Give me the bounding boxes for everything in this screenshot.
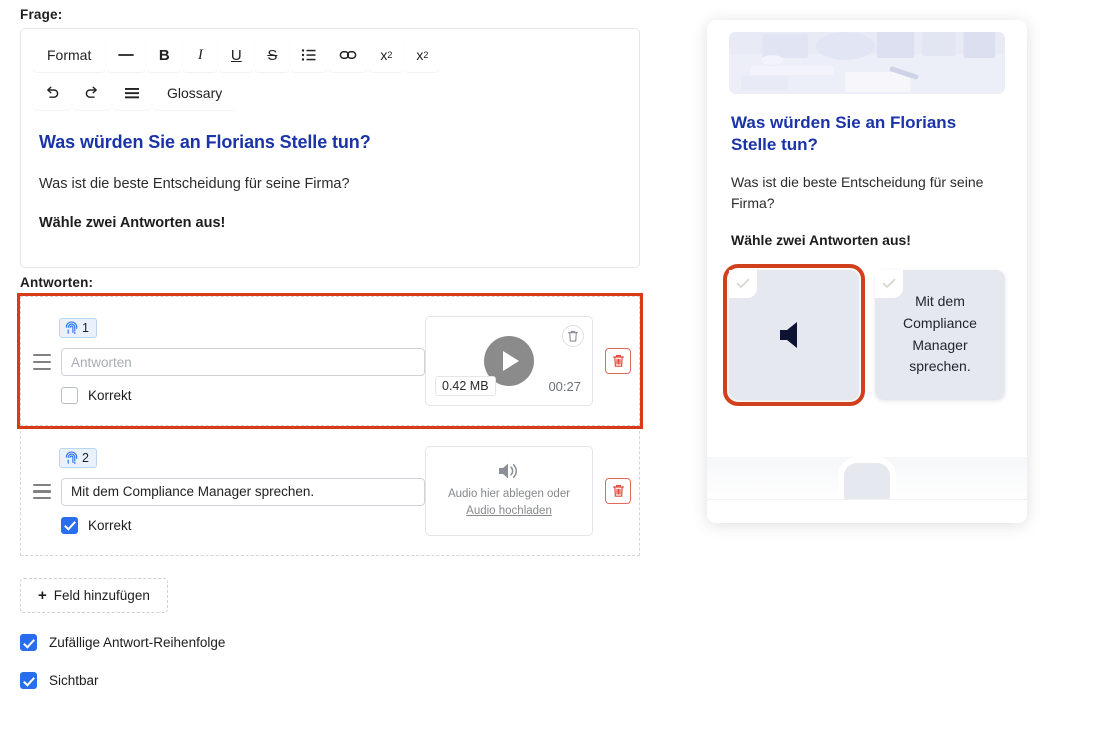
toolbar-row-2: Glossary	[33, 76, 627, 110]
underline-icon[interactable]: U	[219, 38, 254, 72]
preview-hero-image	[729, 32, 1005, 94]
answer-row[interactable]: 1 Korrekt	[17, 293, 643, 429]
subscript-icon[interactable]: x2	[405, 38, 440, 72]
preview-home-indicator	[707, 457, 1027, 523]
superscript-icon[interactable]: x2	[369, 38, 404, 72]
answer-fields: 1 Korrekt	[33, 318, 425, 404]
format-dropdown[interactable]: Format	[33, 38, 106, 72]
superscript-exp: 2	[387, 49, 393, 60]
visible-label: Sichtbar	[49, 673, 99, 688]
editor-bold-line: Wähle zwei Antworten aus!	[39, 215, 226, 231]
audio-delete-icon[interactable]	[562, 325, 584, 347]
answer-index-badge[interactable]: 2	[59, 447, 97, 468]
page-root: Frage: Format B I U S x 2 x 2 Glossary W…	[0, 0, 1098, 749]
add-field-button[interactable]: + Feld hinzufügen	[20, 578, 168, 613]
preview-card-check-icon	[875, 269, 903, 298]
add-field-label: Feld hinzufügen	[53, 588, 150, 603]
home-bar	[707, 499, 1027, 523]
question-editor-column: Frage: Format B I U S x 2 x 2 Glossary W…	[17, 0, 643, 689]
audio-dropzone[interactable]: Audio hier ablegen oder Audio hochladen	[425, 445, 593, 536]
preview-card-check-icon	[729, 269, 757, 298]
answers-list: 1 Korrekt	[17, 293, 643, 556]
dropzone-hint: Audio hier ablegen oder	[447, 488, 571, 501]
subscript-base: x	[416, 47, 424, 63]
answer-input-line	[33, 348, 425, 376]
answer-index-badge[interactable]: 1	[59, 318, 97, 338]
align-icon[interactable]	[113, 76, 151, 110]
strikethrough-icon[interactable]: S	[255, 38, 290, 72]
editor-paragraph: Was ist die beste Entscheidung für seine…	[39, 176, 350, 192]
answers-label: Antworten:	[20, 275, 94, 290]
answer-fields: 2 Korrekt	[33, 447, 425, 534]
bold-icon[interactable]: B	[147, 38, 182, 72]
superscript-base: x	[380, 47, 388, 63]
rich-text-editor[interactable]: Format B I U S x 2 x 2 Glossary Was würd…	[20, 28, 640, 268]
horizontal-rule-icon[interactable]	[107, 38, 146, 72]
mobile-preview-panel: Was würden Sie an Florians Stelle tun? W…	[707, 20, 1027, 523]
audio-player[interactable]: 0.42 MB 00:27	[425, 316, 593, 406]
speaker-icon	[780, 321, 797, 348]
preview-answer-card-audio[interactable]	[723, 263, 865, 406]
correct-label: Korrekt	[88, 517, 132, 533]
undo-icon[interactable]	[33, 76, 71, 110]
link-icon[interactable]	[329, 38, 368, 72]
dropzone-text: Audio hier ablegen oder Audio hochladen	[448, 486, 570, 519]
preview-answer-card-text[interactable]: Mit dem Compliance Manager sprechen.	[875, 269, 1005, 400]
answer-input-line	[33, 477, 425, 506]
drag-handle-icon[interactable]	[33, 354, 51, 370]
visible-checkbox[interactable]	[20, 672, 37, 689]
preview-text-block: Was würden Sie an Florians Stelle tun? W…	[707, 94, 1027, 248]
audio-file-size: 0.42 MB	[435, 376, 496, 396]
fingerprint-icon	[65, 321, 78, 335]
option-visible[interactable]: Sichtbar	[20, 672, 640, 689]
drag-handle-icon[interactable]	[33, 483, 51, 500]
toolbar-row-1: Format B I U S x 2 x 2	[33, 38, 627, 72]
option-random-order[interactable]: Zufällige Antwort-Reihenfolge	[20, 634, 640, 651]
fingerprint-icon	[65, 451, 78, 464]
preview-paragraph: Was ist die beste Entscheidung für seine…	[731, 173, 984, 211]
answer-row[interactable]: 2 Korrekt	[20, 426, 640, 556]
delete-answer-button[interactable]	[605, 477, 631, 504]
answer-correct-row[interactable]: Korrekt	[61, 516, 425, 534]
answer-correct-row[interactable]: Korrekt	[61, 387, 425, 404]
redo-icon[interactable]	[73, 76, 111, 110]
answer-text-input[interactable]	[61, 477, 425, 506]
desk-photo-illustration	[729, 32, 1005, 94]
speaker-icon	[499, 463, 517, 479]
preview-heading: Was würden Sie an Florians Stelle tun?	[731, 113, 957, 154]
question-label: Frage:	[20, 7, 63, 22]
audio-upload-link[interactable]: Audio hochladen	[466, 505, 552, 517]
preview-bold-line: Wähle zwei Antworten aus!	[731, 231, 911, 248]
random-order-label: Zufällige Antwort-Reihenfolge	[49, 635, 226, 650]
answer-text-input[interactable]	[61, 348, 425, 376]
preview-card-label: Mit dem Compliance Manager sprechen.	[903, 293, 977, 375]
audio-duration: 00:27	[548, 379, 581, 394]
delete-answer-button[interactable]	[605, 348, 631, 374]
preview-answer-cards: Mit dem Compliance Manager sprechen.	[707, 263, 1027, 406]
italic-icon[interactable]: I	[183, 38, 218, 72]
subscript-exp: 2	[423, 49, 429, 60]
correct-checkbox[interactable]	[61, 387, 78, 404]
editor-content[interactable]: Was würden Sie an Florians Stelle tun? W…	[21, 114, 639, 231]
correct-checkbox[interactable]	[61, 516, 78, 534]
editor-heading: Was würden Sie an Florians Stelle tun?	[39, 132, 371, 152]
answer-index-text: 2	[82, 450, 89, 465]
answer-index-text: 1	[82, 321, 89, 335]
editor-toolbar: Format B I U S x 2 x 2 Glossary	[21, 29, 639, 110]
plus-icon: +	[38, 587, 47, 604]
bulleted-list-icon[interactable]	[291, 38, 328, 72]
correct-label: Korrekt	[88, 388, 132, 403]
glossary-button[interactable]: Glossary	[153, 76, 237, 110]
random-order-checkbox[interactable]	[20, 634, 37, 651]
